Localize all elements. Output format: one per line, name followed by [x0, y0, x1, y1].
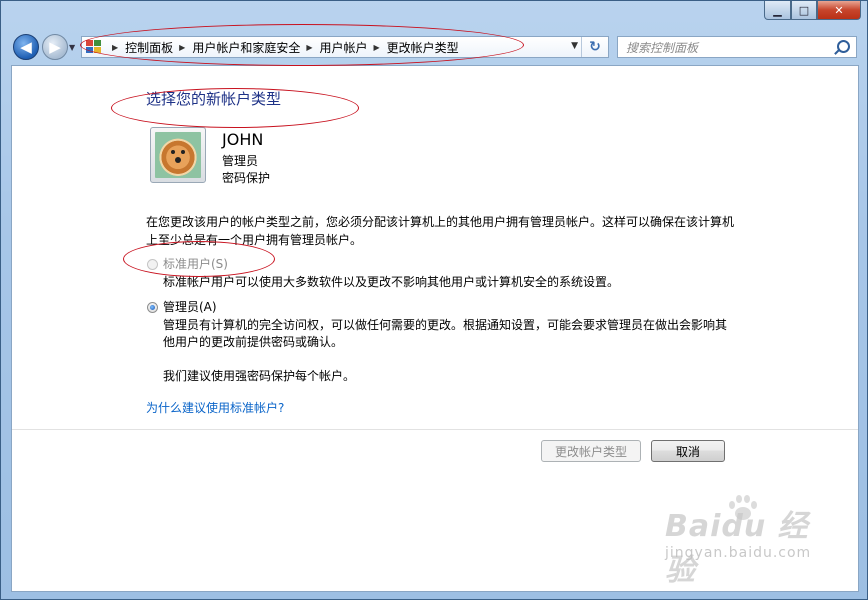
- breadcrumb-control-panel[interactable]: 控制面板: [125, 39, 173, 56]
- control-panel-window: ▁ □ ✕ ◀ ▶ ▼ ▶ 控制面板 ▶ 用户帐户和家庭安全 ▶ 用户帐户 ▶ …: [0, 0, 868, 600]
- administrator-description: 管理员有计算机的完全访问权，可以做任何需要的更改。根据通知设置，可能会要求管理员…: [163, 318, 728, 349]
- breadcrumb-separator-icon[interactable]: ▶: [306, 43, 312, 52]
- divider: [12, 429, 858, 430]
- user-role: 管理员: [222, 154, 259, 168]
- breadcrumb-separator-icon[interactable]: ▶: [374, 43, 380, 52]
- navigation-bar: ◀ ▶ ▼ ▶ 控制面板 ▶ 用户帐户和家庭安全 ▶ 用户帐户 ▶ 更改帐户类型…: [1, 31, 867, 63]
- user-name: JOHN: [222, 130, 264, 149]
- administrator-label[interactable]: 管理员(A): [163, 298, 217, 315]
- user-avatar: [150, 127, 206, 183]
- change-account-type-button[interactable]: 更改帐户类型: [541, 440, 641, 462]
- close-button[interactable]: ✕: [817, 1, 861, 20]
- breadcrumb-separator-icon[interactable]: ▶: [179, 43, 185, 52]
- page-title: 选择您的新帐户类型: [146, 90, 282, 108]
- why-standard-account-link[interactable]: 为什么建议使用标准帐户?: [146, 399, 284, 416]
- title-bar: ▁ □ ✕: [1, 1, 867, 29]
- control-panel-icon: [86, 40, 102, 54]
- window-controls: ▁ □ ✕: [764, 1, 861, 20]
- user-password-status: 密码保护: [222, 171, 271, 185]
- address-bar[interactable]: ▶ 控制面板 ▶ 用户帐户和家庭安全 ▶ 用户帐户 ▶ 更改帐户类型 ▼ ↻: [81, 36, 609, 58]
- forward-button[interactable]: ▶: [42, 34, 68, 60]
- breadcrumb-user-accounts[interactable]: 用户帐户: [320, 39, 368, 56]
- dog-picture-icon: [155, 132, 201, 178]
- password-recommendation: 我们建议使用强密码保护每个帐户。: [163, 369, 356, 383]
- breadcrumb-change-account-type[interactable]: 更改帐户类型: [387, 39, 459, 56]
- search-icon[interactable]: [837, 40, 850, 53]
- search-input[interactable]: 搜索控制面板: [617, 36, 857, 58]
- back-button[interactable]: ◀: [13, 34, 39, 60]
- maximize-button[interactable]: □: [791, 1, 817, 20]
- baidu-jingyan-watermark: Baidu 经验 jingyan.baidu.com: [665, 495, 833, 588]
- standard-user-radio[interactable]: [147, 259, 158, 270]
- breadcrumb-user-accounts-family-safety[interactable]: 用户帐户和家庭安全: [192, 39, 300, 56]
- cancel-button[interactable]: 取消: [651, 440, 725, 462]
- recent-pages-dropdown-icon[interactable]: ▼: [69, 43, 79, 52]
- watermark-url: jingyan.baidu.com: [665, 545, 812, 561]
- radio-selected-dot: [150, 305, 155, 310]
- breadcrumb-separator-icon[interactable]: ▶: [112, 43, 118, 52]
- standard-user-description: 标准帐户用户可以使用大多数软件以及更改不影响其他用户或计算机安全的系统设置。: [163, 275, 620, 289]
- refresh-icon[interactable]: ↻: [581, 37, 608, 57]
- search-placeholder: 搜索控制面板: [626, 40, 699, 55]
- administrator-radio[interactable]: [147, 302, 158, 313]
- standard-user-label[interactable]: 标准用户(S): [163, 255, 228, 272]
- minimize-button[interactable]: ▁: [764, 1, 791, 20]
- address-dropdown-icon[interactable]: ▼: [571, 41, 578, 51]
- instruction-text: 在您更改该用户的帐户类型之前，您必须分配该计算机上的其他用户拥有管理员帐户。这样…: [146, 215, 735, 247]
